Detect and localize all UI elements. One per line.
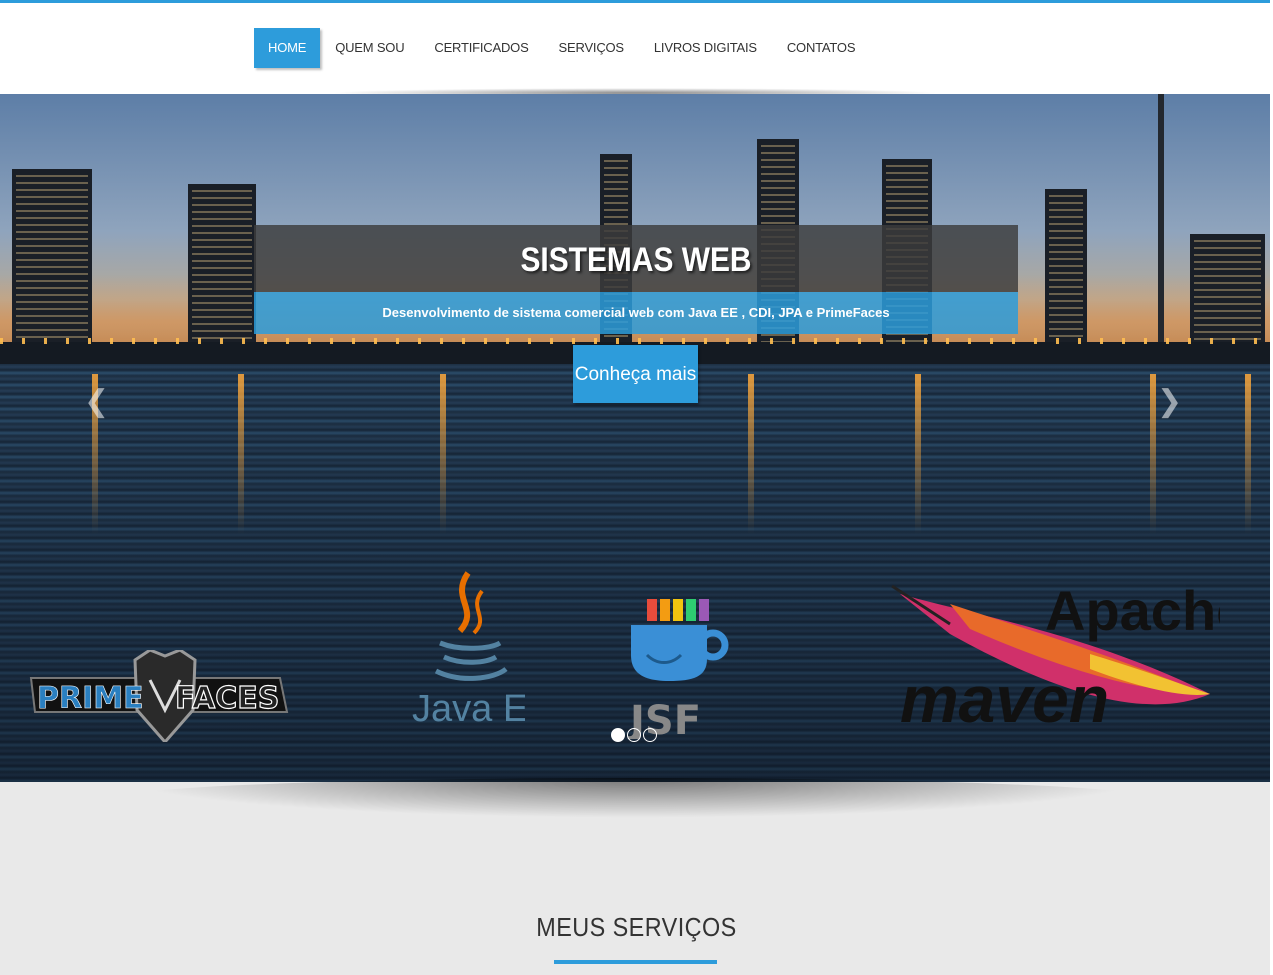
building — [188, 184, 256, 354]
section-title: MEUS SERVIÇOS — [536, 912, 737, 942]
chevron-left-icon[interactable]: ❮ — [84, 384, 109, 419]
primefaces-right-text: FACES — [175, 681, 279, 716]
light-reflection — [1245, 374, 1251, 534]
section-title-underline — [554, 960, 717, 964]
hero-carousel: SISTEMAS WEB Desenvolvimento de sistema … — [0, 94, 1273, 782]
primefaces-left-text: PRIME — [37, 681, 144, 716]
learn-more-button[interactable]: Conheça mais — [573, 345, 698, 403]
radio-tower — [1158, 94, 1164, 354]
carousel-indicators — [611, 728, 657, 742]
top-navbar: HOME QUEM SOU CERTIFICADOS SERVIÇOS LIVR… — [0, 0, 1273, 94]
building — [1045, 189, 1087, 354]
nav-item-servicos[interactable]: SERVIÇOS — [544, 28, 639, 68]
nav-item-quem-sou[interactable]: QUEM SOU — [320, 28, 419, 68]
caption-title: SISTEMAS WEB — [520, 241, 752, 279]
building — [1190, 234, 1265, 354]
carousel-indicator[interactable] — [611, 728, 625, 742]
chevron-right-icon[interactable]: ❯ — [1157, 384, 1182, 419]
carousel-caption: SISTEMAS WEB Desenvolvimento de sistema … — [254, 225, 1018, 334]
nav-item-livros-digitais[interactable]: LIVROS DIGITAIS — [639, 28, 772, 68]
caption-title-box: SISTEMAS WEB — [254, 225, 1018, 292]
light-reflection — [440, 374, 446, 534]
maven-text: maven — [900, 662, 1109, 734]
carousel-indicator[interactable] — [643, 728, 657, 742]
light-reflection — [748, 374, 754, 534]
light-reflection — [915, 374, 921, 534]
carousel-indicator[interactable] — [627, 728, 641, 742]
javaee-text: Java EE — [412, 688, 525, 730]
primefaces-logo: PRIME FACES — [29, 650, 289, 742]
jsf-logo: JSF — [627, 599, 729, 739]
building — [12, 169, 92, 354]
apache-text: Apache — [1045, 579, 1220, 642]
light-reflection — [1150, 374, 1156, 534]
nav-item-certificados[interactable]: CERTIFICADOS — [419, 28, 543, 68]
main-nav: HOME QUEM SOU CERTIFICADOS SERVIÇOS LIVR… — [254, 28, 870, 68]
nav-item-home[interactable]: HOME — [254, 28, 321, 68]
nav-item-contatos[interactable]: CONTATOS — [772, 28, 870, 68]
hero-shadow — [120, 778, 1150, 818]
light-reflection — [238, 374, 244, 534]
page: { "nav": { "items": [ {"label": "HOME", … — [0, 0, 1273, 975]
shore-lights — [0, 338, 1273, 344]
caption-subtitle: Desenvolvimento de sistema comercial web… — [254, 292, 1018, 334]
apache-maven-logo: Apache maven — [891, 579, 1220, 734]
javaee-logo: Java EE — [412, 571, 525, 730]
